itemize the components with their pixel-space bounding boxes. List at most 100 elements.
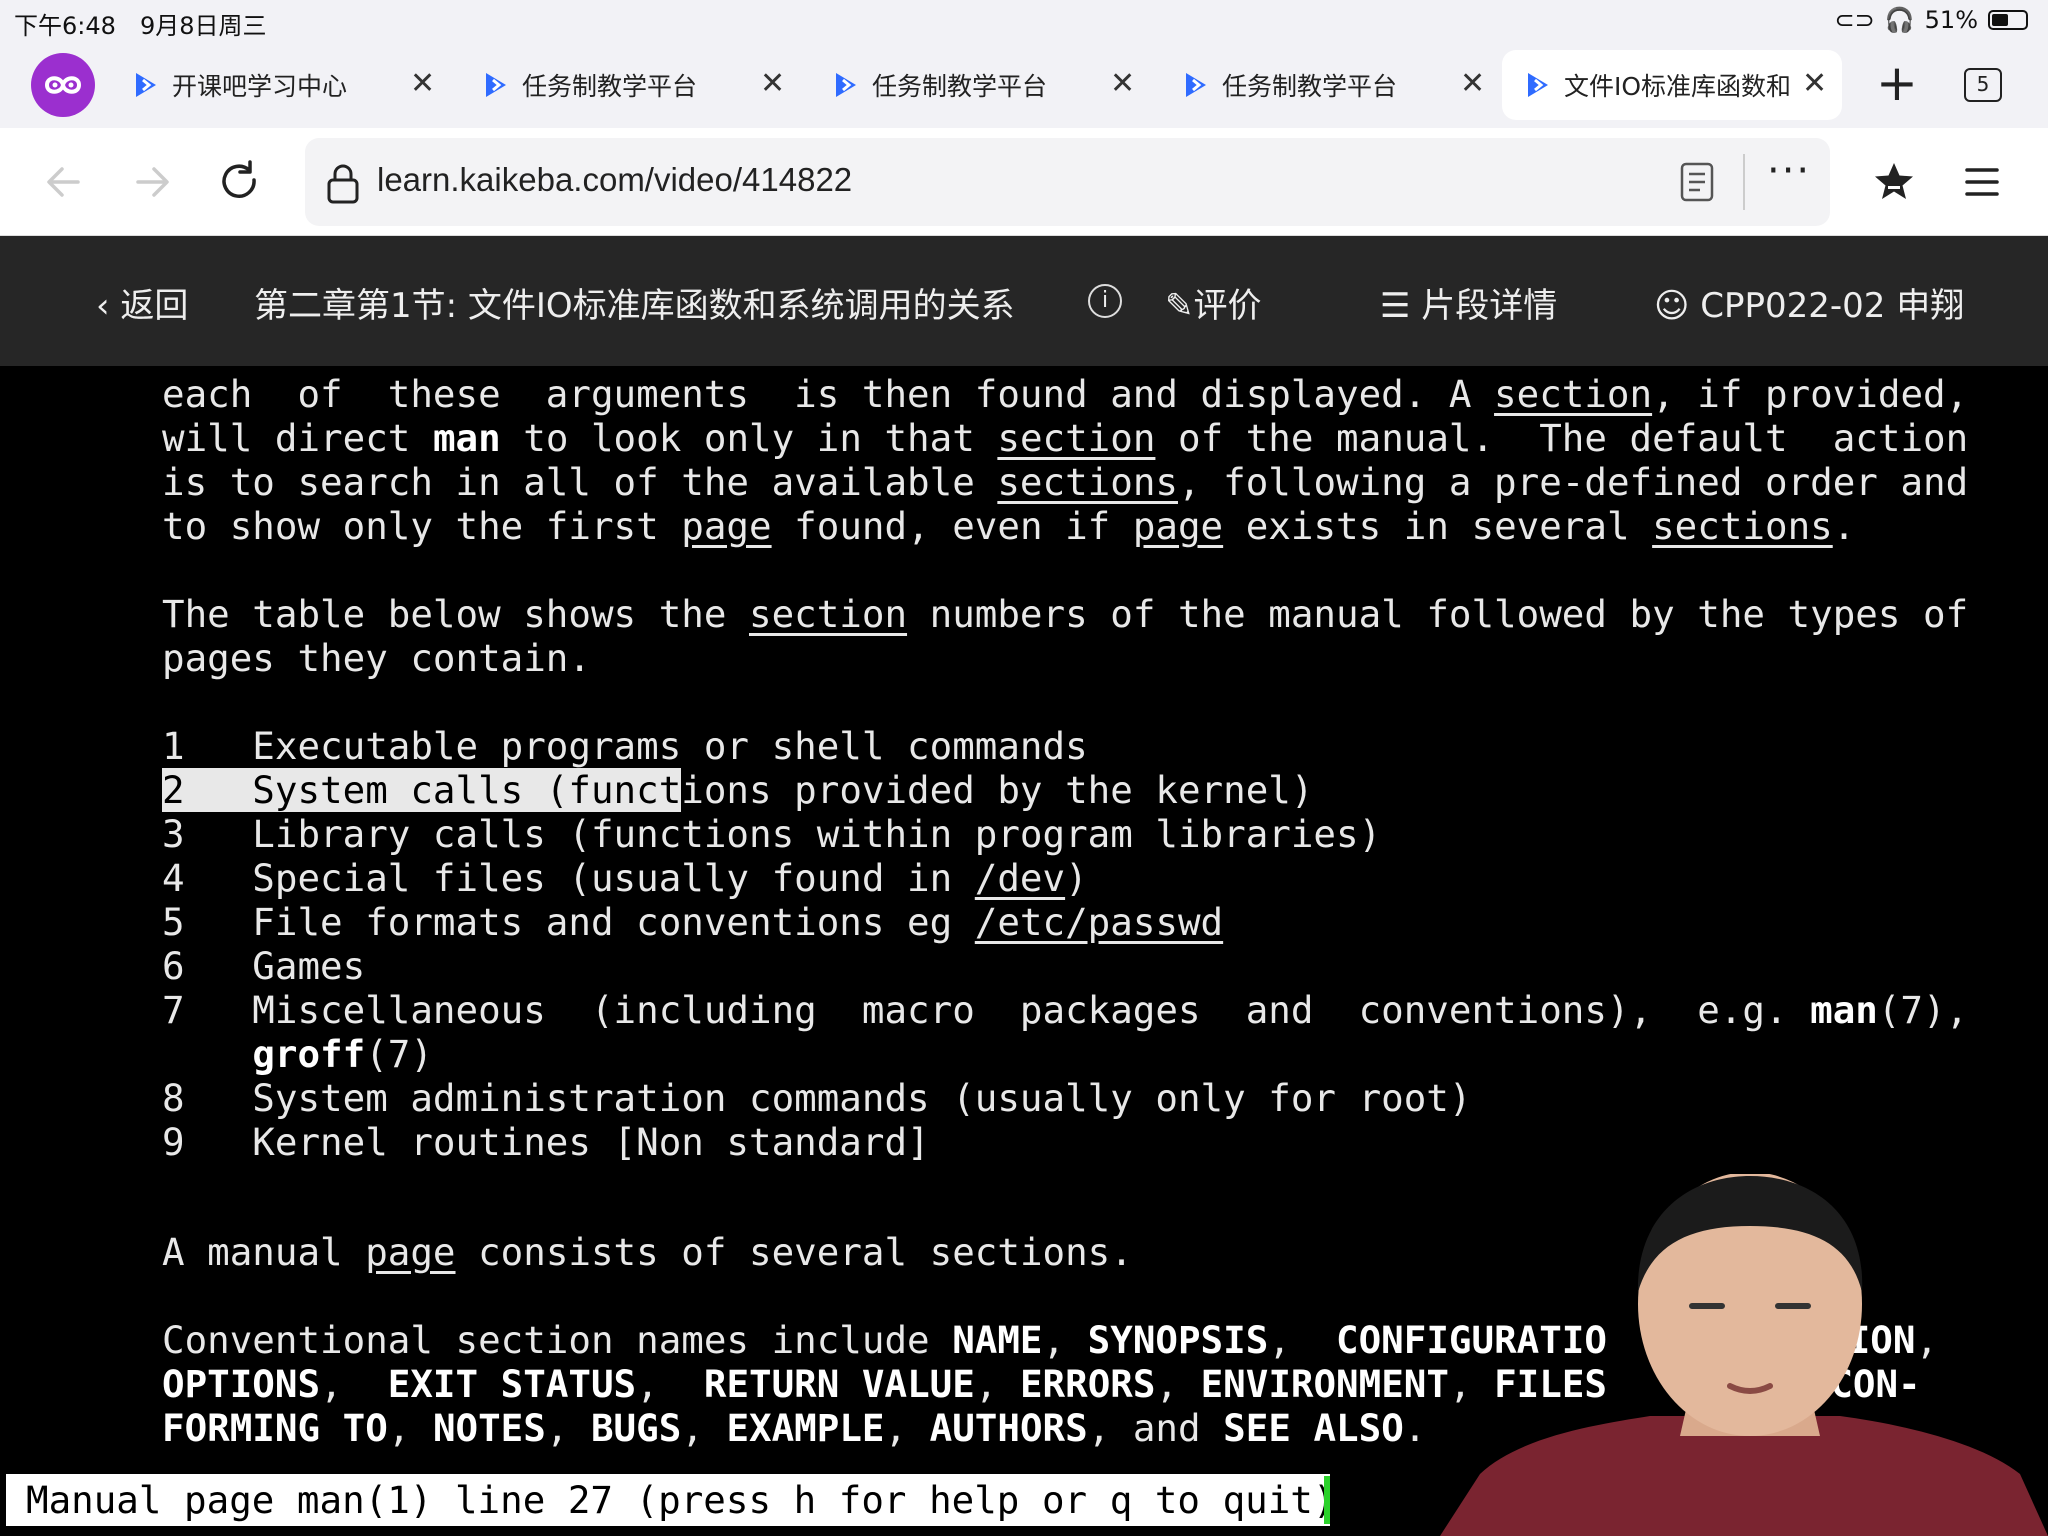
man-link[interactable]: sections (1652, 504, 1833, 548)
status-bar: 下午6:48 9月8日周三 ⊂⊃ 🎧 51% (0, 0, 2048, 40)
man-line: each of these arguments is then found an… (162, 372, 1968, 416)
tab-close-icon[interactable]: ✕ (1110, 66, 1135, 101)
man-text: , (1268, 1318, 1337, 1362)
kaikeba-favicon-icon (1528, 73, 1548, 97)
user-label: ☺ CPP022-02 申翔 (1654, 278, 1964, 327)
man-text: 1 Executable programs or shell commands (162, 724, 1088, 768)
tab-label: 开课吧学习中心 (172, 72, 348, 101)
man-bold-text: FORMING TO (162, 1406, 388, 1450)
man-link[interactable]: /dev (975, 856, 1065, 900)
new-tab-button[interactable]: + (1876, 58, 1918, 108)
headphones-icon: 🎧 (1884, 6, 1915, 34)
man-text: (7) (365, 1032, 433, 1076)
section-table-row: 1 Executable programs or shell commands (162, 724, 1088, 768)
man-line: The table below shows the section number… (162, 592, 1968, 636)
battery-percent: 51% (1924, 6, 1978, 34)
bookmark-star-icon[interactable] (1872, 160, 1916, 204)
man-text: of the manual. The default action (1155, 416, 1969, 460)
man-text: , (320, 1362, 388, 1406)
man-text: . (1403, 1406, 1427, 1450)
back-button[interactable]: ‹ 返回 (96, 278, 188, 327)
rate-button[interactable]: ✎评价 (1165, 278, 1262, 327)
man-bold-text: ENVIRONMENT (1200, 1362, 1449, 1406)
man-link[interactable]: section (1494, 372, 1652, 416)
browser-toolbar: learn.kaikeba.com/video/414822 ··· (0, 128, 2048, 236)
man-text: A manual (162, 1230, 366, 1274)
tab-close-icon[interactable]: ✕ (410, 66, 435, 101)
man-line: FORMING TO, NOTES, BUGS, EXAMPLE, AUTHOR… (162, 1406, 1426, 1450)
status-time: 下午6:48 (14, 12, 116, 40)
address-bar[interactable]: learn.kaikeba.com/video/414822 ··· (305, 138, 1830, 226)
hamburger-menu-icon[interactable] (1964, 164, 2000, 200)
kaikeba-favicon-icon (1186, 73, 1206, 97)
video-player-terminal[interactable]: NS, CON-IPTION,FORMING TO, NOTES, BUGS, … (0, 366, 2048, 1536)
tab-close-icon[interactable]: ✕ (1802, 66, 1827, 101)
forward-arrow-icon[interactable] (128, 158, 176, 206)
man-text: , (974, 1362, 1020, 1406)
man-bold-text: EXAMPLE (726, 1406, 885, 1450)
man-text: pages they contain. (162, 636, 591, 680)
man-link[interactable]: page (1133, 504, 1223, 548)
lock-icon (327, 164, 359, 204)
segments-button[interactable]: ☰ 片段详情 (1380, 278, 1557, 327)
man-text: , (387, 1406, 433, 1450)
reload-icon[interactable] (216, 158, 264, 206)
status-right: ⊂⊃ 🎧 51% (1835, 6, 2028, 34)
section-table-row: 5 File formats and conventions eg /etc/p… (162, 900, 1223, 944)
man-bold-text: AUTHORS (929, 1406, 1088, 1450)
man-text: ions provided by the kernel) (681, 768, 1314, 812)
edit-icon: ✎ (1165, 286, 1194, 326)
man-text: will direct (162, 416, 433, 460)
man-bold-text: NOTES (432, 1406, 546, 1450)
user-icon: ☺ (1654, 286, 1690, 326)
man-text: , (1155, 1362, 1201, 1406)
browser-tab[interactable]: 任务制教学平台 ✕ (1160, 50, 1500, 120)
tab-close-icon[interactable]: ✕ (1460, 66, 1485, 101)
man-link[interactable]: sections (997, 460, 1178, 504)
tab-label: 任务制教学平台 (1222, 72, 1398, 101)
info-icon[interactable]: i (1088, 284, 1122, 318)
browser-tab[interactable]: 文件IO标准库函数和 ✕ (1502, 50, 1842, 120)
more-options-icon[interactable]: ··· (1767, 148, 1811, 194)
man-bold-text: SYNOPSIS (1087, 1318, 1269, 1362)
man-link[interactable]: section (997, 416, 1155, 460)
man-line: pages they contain. (162, 636, 591, 680)
man-text: consists of several sections. (455, 1230, 1133, 1274)
man-link[interactable]: page (681, 504, 771, 548)
tab-label: 任务制教学平台 (522, 72, 698, 101)
kaikeba-favicon-icon (136, 73, 156, 97)
man-text: 4 Special files (usually found in (162, 856, 975, 900)
reader-mode-icon[interactable] (1680, 162, 1714, 202)
man-text: , and (1087, 1406, 1224, 1450)
browser-brand-icon[interactable] (31, 53, 95, 117)
man-text: each of these arguments is then found an… (162, 372, 1495, 416)
man-line: A manual page consists of several sectio… (162, 1230, 1133, 1274)
browser-tab[interactable]: 开课吧学习中心 ✕ (110, 50, 450, 120)
browser-tab[interactable]: 任务制教学平台 ✕ (810, 50, 1150, 120)
link-icon: ⊂⊃ (1834, 6, 1875, 34)
man-link[interactable]: page (365, 1230, 455, 1274)
presenter-video-overlay (1440, 1174, 2048, 1536)
man-text: 7 Miscellaneous (including macro package… (162, 988, 1811, 1032)
browser-tab[interactable]: 任务制教学平台 ✕ (460, 50, 800, 120)
tab-close-icon[interactable]: ✕ (760, 66, 785, 101)
back-arrow-icon[interactable] (40, 158, 88, 206)
man-text: 5 File formats and conventions eg (162, 900, 975, 944)
user-name: CPP022-02 申翔 (1700, 286, 1965, 326)
man-text: . (1832, 504, 1856, 548)
list-icon: ☰ (1380, 286, 1411, 326)
man-text: , (1042, 1318, 1088, 1362)
terminal-cursor (1324, 1476, 1330, 1524)
tab-count-button[interactable]: 5 (1964, 68, 2002, 102)
kaikeba-favicon-icon (836, 73, 856, 97)
man-bold-text: OPTIONS (162, 1362, 321, 1406)
section-table-row: 4 Special files (usually found in /dev) (162, 856, 1088, 900)
man-link[interactable]: /etc/passwd (975, 900, 1223, 944)
url-text[interactable]: learn.kaikeba.com/video/414822 (377, 161, 852, 199)
address-divider (1743, 154, 1745, 210)
status-date: 9月8日周三 (140, 12, 267, 40)
man-link[interactable]: section (749, 592, 907, 636)
man-text: , (884, 1406, 930, 1450)
man-text: , if provided, (1652, 372, 1969, 416)
man-bold-text: EXIT STATUS (387, 1362, 637, 1406)
